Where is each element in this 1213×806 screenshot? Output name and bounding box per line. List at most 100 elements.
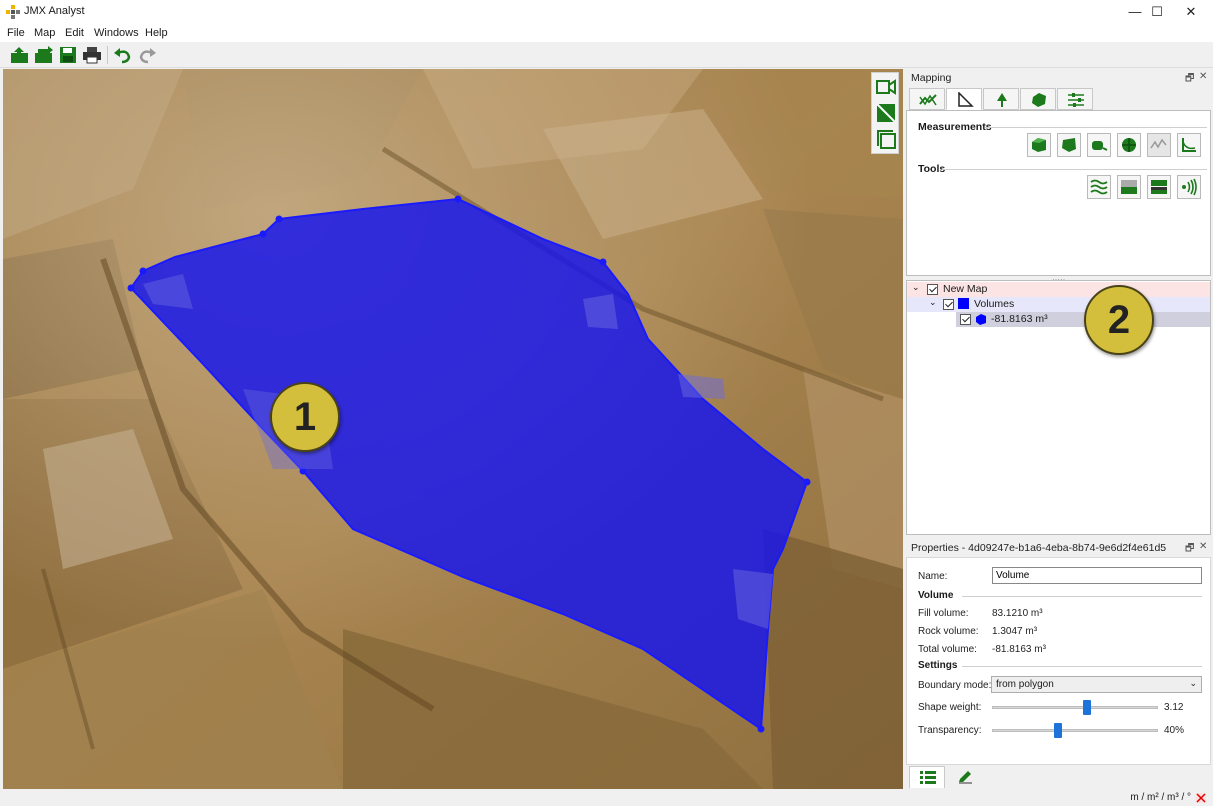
- profile-icon: [919, 94, 937, 106]
- layer-tree: ⌄ New Map ⌄ Volumes -81.8163 m³: [906, 280, 1211, 535]
- contour-tool-button[interactable]: [1087, 175, 1111, 199]
- transparency-track[interactable]: [992, 729, 1158, 732]
- tab-measure[interactable]: [946, 88, 982, 110]
- terrain-scene[interactable]: [3, 69, 903, 789]
- measure-icon: [958, 92, 974, 107]
- transparency-value: 40%: [1164, 725, 1185, 736]
- float-panel-button[interactable]: 🗗: [1185, 541, 1194, 558]
- volume-result-checkbox[interactable]: [960, 314, 971, 325]
- menu-edit[interactable]: Edit: [65, 27, 84, 39]
- rock-icon: [1032, 93, 1046, 107]
- boundary-mode-select[interactable]: from polygon ⌄: [991, 676, 1202, 693]
- angle-icon: [1182, 138, 1196, 152]
- transparency-slider-thumb[interactable]: [1054, 723, 1063, 738]
- tree-item-volume-result[interactable]: -81.8163 m³: [956, 312, 1210, 327]
- section-divider: [962, 596, 1202, 597]
- settings-icon: [1068, 93, 1084, 107]
- boundary-mode-label: Boundary mode:: [918, 680, 992, 691]
- shape-weight-track[interactable]: [992, 706, 1158, 709]
- sphere-measure-button[interactable]: [1117, 133, 1141, 157]
- callout-1: 1: [270, 382, 340, 452]
- status-indicator-icon[interactable]: [1195, 792, 1207, 804]
- layers-list-icon: [920, 771, 936, 784]
- properties-panel-header: Properties - 4d09247e-b1a6-4eba-8b74-9e6…: [906, 540, 1211, 556]
- camera-icon[interactable]: [875, 76, 897, 98]
- mapping-panel-body: Measurements Tools: [906, 110, 1211, 276]
- contour-icon: [1090, 179, 1108, 195]
- expand-chevron-icon[interactable]: ⌄: [912, 282, 920, 293]
- volumes-checkbox[interactable]: [943, 299, 954, 310]
- status-bar: m / m² / m³ / °: [0, 789, 1213, 806]
- chevron-down-icon: ⌄: [1189, 678, 1197, 688]
- expand-chevron-icon[interactable]: ⌄: [929, 297, 937, 308]
- distance-icon: [1092, 141, 1108, 151]
- section-divider: [962, 666, 1202, 667]
- print-icon[interactable]: [82, 45, 102, 65]
- tree-item-new-map[interactable]: ⌄ New Map: [907, 282, 1210, 297]
- slice-tool-button[interactable]: [1147, 175, 1171, 199]
- float-panel-button[interactable]: 🗗: [1185, 71, 1194, 88]
- transparency-label: Transparency:: [918, 725, 982, 736]
- menu-bar: File Map Edit Windows Help: [0, 24, 1213, 42]
- shape-weight-slider-thumb[interactable]: [1082, 700, 1091, 715]
- menu-windows[interactable]: Windows: [94, 27, 139, 39]
- distance-measure-button[interactable]: [1087, 133, 1111, 157]
- toolbar-separator: [107, 46, 108, 64]
- tab-profile[interactable]: [909, 88, 945, 110]
- close-panel-button[interactable]: ✕: [1199, 71, 1207, 82]
- section-divider: [985, 127, 1207, 128]
- tree-item-label: -81.8163 m³: [991, 313, 1048, 325]
- menu-map[interactable]: Map: [34, 27, 55, 39]
- layer-color-swatch: [958, 298, 969, 309]
- total-volume-label: Total volume:: [918, 644, 977, 655]
- rock-volume-value: 1.3047 m³: [992, 626, 1038, 637]
- signal-icon: [1182, 178, 1197, 196]
- extent-icon[interactable]: [875, 128, 897, 150]
- shape-weight-label: Shape weight:: [918, 702, 982, 713]
- window-title: JMX Analyst: [24, 5, 85, 17]
- volume-section-label: Volume: [918, 590, 954, 601]
- shape-weight-value: 3.12: [1164, 702, 1184, 713]
- boundary-mode-value: from polygon: [996, 679, 1054, 690]
- mapping-panel-title: Mapping: [911, 72, 952, 84]
- volume-measure-button[interactable]: [1027, 133, 1051, 157]
- tab-vegetation[interactable]: [983, 88, 1019, 110]
- plane-view-icon[interactable]: [875, 102, 897, 124]
- area-icon: [1062, 138, 1076, 152]
- undo-icon[interactable]: [113, 45, 133, 65]
- name-input[interactable]: [992, 567, 1202, 584]
- app-logo-icon: [6, 5, 20, 19]
- main-toolbar: [0, 42, 1213, 68]
- volume-icon: [976, 314, 986, 325]
- redo-icon[interactable]: [137, 45, 157, 65]
- fill-volume-label: Fill volume:: [918, 608, 969, 619]
- menu-file[interactable]: File: [7, 27, 25, 39]
- tab-rock[interactable]: [1020, 88, 1056, 110]
- edit-pen-icon: [959, 771, 972, 784]
- close-window-button[interactable]: ✕: [1169, 0, 1213, 24]
- properties-panel-body: Name: Volume Fill volume: 83.1210 m³ Roc…: [906, 557, 1211, 765]
- tab-properties-list[interactable]: [909, 766, 945, 788]
- signal-tool-button[interactable]: [1177, 175, 1201, 199]
- settings-section-label: Settings: [918, 660, 958, 671]
- plane-tool-button[interactable]: [1117, 175, 1141, 199]
- save-icon[interactable]: [58, 45, 78, 65]
- tab-settings[interactable]: [1057, 88, 1093, 110]
- close-panel-button[interactable]: ✕: [1199, 541, 1207, 552]
- area-measure-button[interactable]: [1057, 133, 1081, 157]
- mapping-tabs: [906, 88, 1211, 110]
- tree-icon: [997, 93, 1007, 107]
- tab-edit[interactable]: [947, 766, 983, 788]
- angle-measure-button[interactable]: [1177, 133, 1201, 157]
- profile-line-button[interactable]: [1147, 133, 1171, 157]
- name-label: Name:: [918, 571, 948, 582]
- open-icon[interactable]: [10, 45, 30, 65]
- menu-help[interactable]: Help: [145, 27, 168, 39]
- new-map-checkbox[interactable]: [927, 284, 938, 295]
- tree-item-volumes[interactable]: ⌄ Volumes: [907, 297, 1210, 312]
- import-icon[interactable]: [34, 45, 54, 65]
- section-divider: [942, 169, 1207, 170]
- profile-line-icon: [1150, 138, 1167, 149]
- tree-item-label: New Map: [943, 283, 988, 295]
- 3d-viewport[interactable]: 1: [3, 69, 903, 789]
